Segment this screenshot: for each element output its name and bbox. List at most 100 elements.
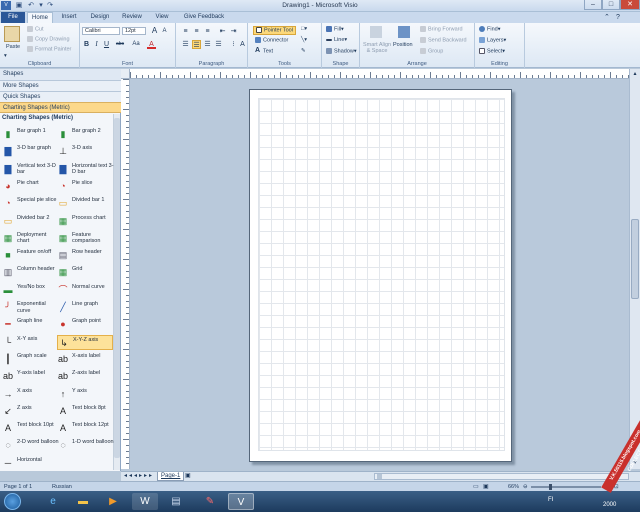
shapes-pane-scroll-thumb[interactable] bbox=[114, 118, 120, 458]
word-taskbar-icon[interactable]: W bbox=[132, 493, 158, 510]
shape-item[interactable]: ╱ Line graph bbox=[57, 300, 113, 315]
shape-item[interactable]: ▥ Column header bbox=[2, 265, 58, 280]
shape-item[interactable]: ▬ Yes/No box bbox=[2, 283, 58, 298]
shape-item[interactable]: ◔ Pie slice bbox=[57, 179, 113, 194]
shape-item[interactable]: ▦ Grid bbox=[57, 265, 113, 280]
shape-item[interactable]: ▤ Row header bbox=[57, 248, 113, 263]
format-painter-button[interactable]: Format Painter bbox=[27, 46, 71, 53]
maximize-button[interactable]: □ bbox=[602, 0, 620, 10]
grow-font-button[interactable]: A bbox=[150, 26, 159, 35]
shape-item[interactable]: ▮ Bar graph 2 bbox=[57, 127, 113, 142]
select-button[interactable]: Select▾ bbox=[479, 48, 505, 55]
fill-button[interactable]: Fill▾ bbox=[326, 26, 344, 33]
shape-item[interactable]: ◕ Pie chart bbox=[2, 179, 58, 194]
strikethrough-button[interactable]: abc bbox=[113, 40, 127, 49]
shape-item[interactable]: ● Graph point bbox=[57, 317, 113, 332]
shape-item[interactable]: ■ Feature on/off bbox=[2, 248, 58, 263]
layers-button[interactable]: Layers▾ bbox=[479, 37, 506, 44]
shape-item[interactable]: ab X-axis label bbox=[57, 352, 113, 367]
stencil-charting-shapes[interactable]: Charting Shapes (Metric) bbox=[0, 102, 121, 113]
visio-taskbar-icon[interactable]: V bbox=[228, 493, 254, 510]
page-nav-arrows-icon[interactable]: ◂◂◂▸▸▸ bbox=[124, 472, 154, 479]
font-color-button[interactable]: A bbox=[147, 40, 156, 49]
tab-design[interactable]: Design bbox=[87, 12, 113, 23]
shape-item[interactable]: ╯ Exponential curve bbox=[2, 300, 58, 315]
send-backward-button[interactable]: Send Backward bbox=[420, 37, 467, 44]
internet-explorer-icon[interactable]: e bbox=[40, 493, 66, 510]
vertical-scroll-thumb[interactable] bbox=[631, 219, 639, 299]
shape-item[interactable]: ▦ Process chart bbox=[57, 214, 113, 229]
horizontal-scroll-thumb[interactable] bbox=[377, 474, 382, 479]
horizontal-scrollbar[interactable] bbox=[374, 473, 629, 480]
line-button[interactable]: Line▾ bbox=[326, 37, 347, 44]
tab-insert[interactable]: Insert bbox=[57, 12, 81, 23]
page-tab-page-1[interactable]: Page-1 bbox=[157, 472, 185, 481]
tab-give-feedback[interactable]: Give Feedback bbox=[180, 12, 228, 23]
shape-item[interactable]: └ X-Y axis bbox=[2, 335, 58, 350]
text-direction-icon[interactable]: A bbox=[238, 40, 247, 49]
shape-item[interactable]: ab Z-axis label bbox=[57, 369, 113, 384]
shape-item[interactable]: ↑ Y axis bbox=[57, 387, 113, 402]
align-left-icon[interactable]: ☰ bbox=[181, 40, 190, 49]
minimize-button[interactable]: – bbox=[584, 0, 602, 10]
cut-button[interactable]: Cut bbox=[27, 26, 44, 33]
file-explorer-icon[interactable]: ▬ bbox=[70, 493, 96, 510]
justify-icon[interactable]: ☰ bbox=[214, 40, 223, 49]
start-button[interactable] bbox=[4, 493, 21, 510]
bullets-icon[interactable]: ⁝ bbox=[229, 40, 238, 49]
shape-item[interactable]: ▇ Horizontal text 3-D bar bbox=[57, 162, 114, 177]
bring-forward-button[interactable]: Bring Forward bbox=[420, 26, 463, 33]
align-bottom-icon[interactable]: ≡ bbox=[203, 27, 212, 36]
acrobat-taskbar-icon[interactable]: ✎ bbox=[197, 493, 223, 510]
bold-button[interactable]: B bbox=[82, 40, 91, 49]
more-shapes-button[interactable]: More Shapes bbox=[0, 80, 121, 91]
font-name-combo[interactable]: Calibri bbox=[82, 27, 120, 35]
decrease-indent-icon[interactable]: ⇤ bbox=[218, 27, 227, 36]
shadow-button[interactable]: Shadow▾ bbox=[326, 48, 357, 55]
shape-item[interactable]: ◌ 2-D word balloon bbox=[2, 438, 58, 453]
shape-item[interactable]: ▮ Bar graph 1 bbox=[2, 127, 58, 142]
vertical-scrollbar[interactable]: ▴ ▾ bbox=[629, 69, 640, 469]
scroll-up-icon[interactable]: ▴ bbox=[631, 70, 639, 78]
line-tool-icon[interactable]: ╲▾ bbox=[301, 37, 307, 44]
tab-file[interactable]: File bbox=[1, 12, 25, 23]
align-center-icon[interactable]: ☰ bbox=[192, 40, 201, 49]
shape-item[interactable]: ab Y-axis label bbox=[2, 369, 58, 384]
shape-item[interactable]: ▦ Feature comparison bbox=[57, 231, 113, 246]
shape-item[interactable]: ─ Horizontal bbox=[2, 456, 58, 471]
underline-button[interactable]: U bbox=[102, 40, 111, 49]
zoom-slider[interactable] bbox=[531, 486, 601, 488]
align-middle-icon[interactable]: ≡ bbox=[192, 27, 201, 36]
shape-item[interactable]: ▦ Deployment chart bbox=[2, 231, 58, 246]
quick-shapes-button[interactable]: Quick Shapes bbox=[0, 91, 121, 102]
tab-view[interactable]: View bbox=[151, 12, 173, 23]
shape-item[interactable]: ▭ Divided bar 1 bbox=[57, 196, 113, 211]
align-right-icon[interactable]: ☰ bbox=[203, 40, 212, 49]
pointer-tool-button[interactable]: Pointer Tool bbox=[253, 26, 296, 36]
insert-page-icon[interactable]: ▣ bbox=[185, 472, 191, 479]
shape-item[interactable]: ▇ 3-D bar graph bbox=[2, 144, 58, 159]
shape-item[interactable]: ▇ Vertical text 3-D bar bbox=[2, 162, 58, 177]
smart-align-button[interactable]: Smart Align & Space bbox=[362, 42, 392, 54]
ribbon-minimize-icon[interactable]: ⌃ bbox=[604, 13, 610, 21]
zoom-slider-handle[interactable] bbox=[549, 484, 552, 490]
text-tool-button[interactable]: A Text bbox=[255, 47, 273, 55]
find-button[interactable]: Find▾ bbox=[479, 26, 500, 33]
align-top-icon[interactable]: ≡ bbox=[181, 27, 190, 36]
italic-button[interactable]: I bbox=[92, 40, 101, 49]
change-case-button[interactable]: Aa bbox=[130, 40, 142, 49]
pencil-tool-icon[interactable]: ✎ bbox=[301, 48, 306, 55]
paste-button[interactable]: Paste bbox=[6, 44, 20, 51]
shapes-pane-scrollbar[interactable] bbox=[113, 114, 120, 470]
shape-item[interactable]: A Text block 10pt bbox=[2, 421, 58, 436]
language-indicator[interactable]: FI bbox=[548, 497, 553, 503]
help-icon[interactable]: ? bbox=[616, 14, 620, 21]
app-taskbar-icon[interactable]: ▤ bbox=[163, 493, 189, 510]
shape-item[interactable]: ↙ Z axis bbox=[2, 404, 58, 419]
connector-button[interactable]: Connector bbox=[255, 37, 288, 44]
shape-item[interactable]: ◔ Special pie slice bbox=[2, 196, 58, 211]
shape-item[interactable]: ↳ X-Y-Z axis bbox=[57, 334, 113, 350]
group-button[interactable]: Group bbox=[420, 48, 443, 55]
increase-indent-icon[interactable]: ⇥ bbox=[229, 27, 238, 36]
media-player-icon[interactable]: ▶ bbox=[100, 493, 126, 510]
